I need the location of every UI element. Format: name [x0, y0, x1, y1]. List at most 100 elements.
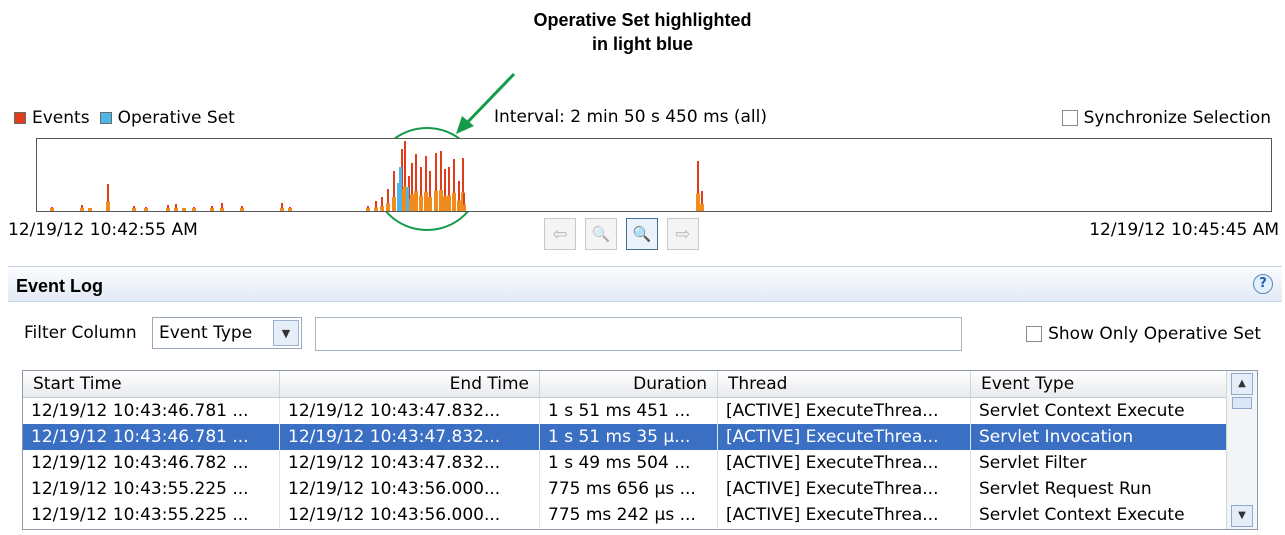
table-cell-type: Servlet Context Execute [971, 398, 1229, 424]
scroll-up-icon[interactable]: ▲ [1231, 373, 1253, 395]
arrow-left-icon: ⇦ [552, 223, 568, 245]
table-row[interactable]: 12/19/12 10:43:55.225 ... 12/19/12 10:43:… [23, 476, 1257, 502]
table-cell-type: Servlet Invocation [971, 424, 1229, 450]
event-bar-shade [280, 208, 284, 211]
event-bar-shade [443, 196, 447, 211]
column-header-start-time[interactable]: Start Time [23, 371, 280, 397]
filter-column-value: Event Type [159, 323, 253, 343]
show-only-operative-set[interactable]: Show Only Operative Set [1026, 324, 1261, 344]
column-header-end-time[interactable]: End Time [280, 371, 540, 397]
event-bar-shade [414, 191, 418, 211]
event-bar-shade [700, 204, 704, 211]
operative-set-bar [406, 187, 409, 211]
chevron-down-icon[interactable]: ▼ [273, 320, 299, 346]
zoom-out-icon: 🔍 [591, 225, 611, 243]
table-cell-start: 12/19/12 10:43:55.225 ... [23, 476, 280, 502]
table-cell-thread: [ACTIVE] ExecuteThrea... [718, 502, 971, 528]
table-row[interactable]: 12/19/12 10:43:46.782 ... 12/19/12 10:43:… [23, 450, 1257, 476]
event-bar-shade [424, 191, 428, 211]
help-icon[interactable]: ? [1253, 274, 1273, 294]
scroll-right-button[interactable]: ⇨ [667, 218, 699, 250]
table-cell-duration: 775 ms 242 µs ... [540, 502, 718, 528]
scrollbar-thumb[interactable] [1232, 397, 1252, 409]
table-row[interactable]: 12/19/12 10:43:46.781 ... 12/19/12 10:43:… [23, 424, 1257, 450]
event-bar-shade [447, 195, 451, 211]
event-log-table: Start Time End Time Duration Thread Even… [22, 370, 1258, 530]
table-row[interactable]: 12/19/12 10:43:55.225 ... 12/19/12 10:43:… [23, 502, 1257, 528]
column-header-duration[interactable]: Duration [540, 371, 718, 397]
table-cell-start: 12/19/12 10:43:46.782 ... [23, 450, 280, 476]
table-cell-duration: 1 s 49 ms 504 ... [540, 450, 718, 476]
table-cell-end: 12/19/12 10:43:56.000... [280, 502, 540, 528]
table-cell-duration: 1 s 51 ms 35 µ... [540, 424, 718, 450]
column-header-event-type[interactable]: Event Type [971, 371, 1229, 397]
timeline-bars [50, 141, 704, 211]
table-cell-type: Servlet Request Run [971, 476, 1229, 502]
table-cell-thread: [ACTIVE] ExecuteThrea... [718, 424, 971, 450]
timeline-chart[interactable] [36, 138, 1272, 212]
event-bar-shade [88, 208, 92, 211]
filter-column-select[interactable]: Event Type ▼ [152, 317, 302, 349]
event-bar-shade [366, 208, 370, 211]
event-bar-shade [132, 208, 136, 211]
show-only-operative-set-label: Show Only Operative Set [1048, 324, 1261, 344]
zoom-in-button[interactable]: 🔍 [626, 218, 658, 250]
event-bar-shade [80, 208, 84, 211]
event-bar-shade [192, 208, 196, 211]
table-cell-start: 12/19/12 10:43:55.225 ... [23, 502, 280, 528]
scroll-down-icon[interactable]: ▼ [1231, 505, 1253, 527]
events-legend-label: Events [32, 108, 90, 128]
zoom-out-button[interactable]: 🔍 [585, 218, 617, 250]
event-bar-shade [452, 192, 456, 211]
interval-label: Interval: 2 min 50 s 450 ms (all) [494, 107, 768, 127]
operative-set-swatch [99, 112, 112, 124]
event-log-title: Event Log [16, 276, 104, 296]
table-cell-start: 12/19/12 10:43:46.781 ... [23, 424, 280, 450]
event-bar-shade [696, 193, 700, 211]
event-bar-shade [439, 190, 443, 211]
synchronize-selection-label: Synchronize Selection [1083, 108, 1271, 128]
table-cell-end: 12/19/12 10:43:47.832... [280, 424, 540, 450]
events-swatch [14, 112, 26, 124]
table-cell-end: 12/19/12 10:43:56.000... [280, 476, 540, 502]
column-header-thread[interactable]: Thread [718, 371, 971, 397]
event-bar-shade [210, 208, 214, 211]
table-body: 12/19/12 10:43:46.781 ... 12/19/12 10:43:… [23, 398, 1257, 528]
event-bar-shade [419, 195, 423, 211]
event-bar-shade [50, 208, 54, 211]
event-bar-shade [462, 204, 466, 211]
event-log-header [8, 266, 1282, 302]
event-bar-shade [106, 201, 110, 211]
table-row[interactable]: 12/19/12 10:43:46.781 ... 12/19/12 10:43:… [23, 398, 1257, 424]
legend: Events Operative Set [14, 108, 235, 128]
event-bar-shade [220, 208, 224, 211]
scroll-left-button[interactable]: ⇦ [544, 218, 576, 250]
show-only-operative-set-checkbox[interactable] [1026, 326, 1043, 342]
table-cell-duration: 775 ms 656 µs ... [540, 476, 718, 502]
event-bar-shade [240, 208, 244, 211]
event-bar-shade [380, 206, 384, 211]
table-cell-duration: 1 s 51 ms 451 ... [540, 398, 718, 424]
table-scrollbar[interactable]: ▲ ▼ [1226, 371, 1257, 529]
event-bar-shade [166, 208, 170, 211]
timeline-start-time: 12/19/12 10:42:55 AM [8, 220, 198, 240]
event-bar-shade [386, 203, 390, 211]
event-bar-shade [457, 200, 461, 211]
event-bar-shade [428, 197, 432, 211]
timeline-end-time: 12/19/12 10:45:45 AM [1089, 220, 1279, 240]
table-cell-thread: [ACTIVE] ExecuteThrea... [718, 398, 971, 424]
operative-set-bar [399, 167, 402, 211]
table-cell-thread: [ACTIVE] ExecuteThrea... [718, 450, 971, 476]
synchronize-selection-checkbox[interactable] [1061, 110, 1078, 126]
event-bar-shade [144, 208, 148, 211]
event-bar-shade [182, 208, 186, 211]
table-cell-end: 12/19/12 10:43:47.832... [280, 398, 540, 424]
table-cell-start: 12/19/12 10:43:46.781 ... [23, 398, 280, 424]
table-cell-type: Servlet Filter [971, 450, 1229, 476]
operative-set-legend-label: Operative Set [117, 108, 235, 128]
filter-text-input[interactable] [315, 317, 962, 351]
arrow-right-icon: ⇨ [675, 223, 691, 245]
event-bar-shade [288, 208, 292, 211]
event-bar-shade [174, 208, 178, 211]
synchronize-selection[interactable]: Synchronize Selection [1061, 108, 1271, 128]
